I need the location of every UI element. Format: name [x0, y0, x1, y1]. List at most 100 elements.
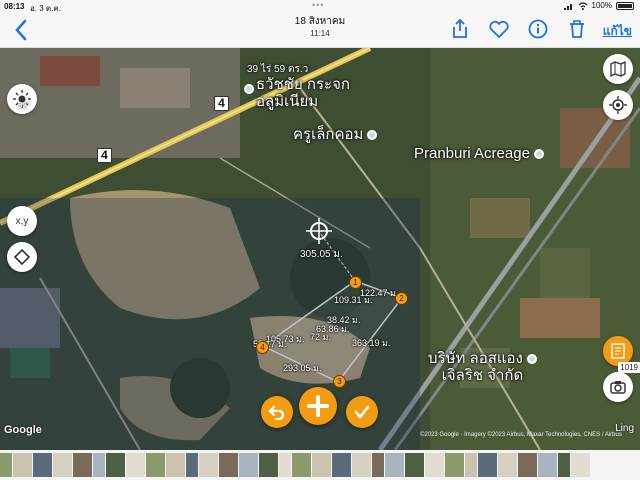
- photo-thumbnail[interactable]: [332, 453, 351, 477]
- place-label[interactable]: ธวัชชัย กระจก อลูมิเนียม: [256, 76, 350, 111]
- photo-thumbnail[interactable]: [199, 453, 218, 477]
- place-name: ธวัชชัย กระจก: [256, 76, 350, 93]
- status-time: 08:13: [4, 2, 25, 11]
- document-icon: [611, 343, 625, 359]
- center-distance: 305.05 ม.: [300, 249, 343, 260]
- segment-length: 293.05 ม.: [283, 363, 322, 373]
- camera-icon: [610, 381, 626, 394]
- photo-thumbnail[interactable]: [292, 453, 311, 477]
- coords-label: x,y: [15, 215, 29, 227]
- map-attribution: ©2023 Google · Imagery ©2023 Airbus, Max…: [420, 432, 622, 438]
- photo-thumbnail[interactable]: [93, 453, 105, 477]
- info-button[interactable]: [526, 17, 550, 41]
- photo-thumbnail[interactable]: [146, 453, 165, 477]
- photo-thumbnail[interactable]: [352, 453, 371, 477]
- photo-thumbnail[interactable]: [518, 453, 537, 477]
- delete-button[interactable]: [565, 17, 589, 41]
- heart-icon: [489, 20, 509, 38]
- share-button[interactable]: [448, 17, 472, 41]
- place-label[interactable]: ครูเล็กคอม: [293, 126, 378, 143]
- photo-thumbnail[interactable]: [106, 453, 125, 477]
- my-location-button[interactable]: [603, 90, 633, 120]
- battery-icon: [616, 1, 634, 10]
- photo-thumbnail[interactable]: [498, 453, 517, 477]
- photo-thumbnail[interactable]: [571, 453, 590, 477]
- photo-thumbnail[interactable]: [279, 453, 291, 477]
- segment-length: 363.19 ม.: [352, 338, 391, 348]
- place-name: ครูเล็กคอม: [293, 126, 364, 143]
- photo-thumbnail[interactable]: [166, 453, 185, 477]
- photo-thumbnail[interactable]: [405, 453, 424, 477]
- compass-value: 32°: [18, 101, 31, 110]
- google-logo: Google: [4, 424, 42, 436]
- photo-thumbnail[interactable]: [445, 453, 464, 477]
- side-badge: 1019: [618, 362, 640, 373]
- status-bar: 08:13 อ. 3 ต.ค. ••• 100%: [0, 0, 640, 13]
- multitask-dots[interactable]: •••: [312, 0, 324, 10]
- checkmark-icon: [354, 405, 370, 419]
- vertex-marker[interactable]: 1: [349, 276, 362, 289]
- place-name: บริษัท ลอสแอง: [428, 350, 523, 367]
- confirm-button[interactable]: [346, 396, 378, 428]
- place-pin-icon: [526, 354, 537, 365]
- photo-thumbnail[interactable]: [538, 453, 557, 477]
- segment-length: 109.31 ม.: [334, 295, 373, 305]
- road-shield: 4: [214, 96, 229, 111]
- undo-button[interactable]: [261, 396, 293, 428]
- photo-thumbnail[interactable]: [126, 453, 145, 477]
- satellite-map[interactable]: 39 ไร่ 59 ตร.ว 4 4 ธวัชชัย กระจก อลูมิเน…: [0, 48, 640, 450]
- signal-icon: [563, 3, 572, 10]
- trash-icon: [570, 20, 584, 38]
- road-shield: 4: [97, 148, 112, 163]
- coordinates-button[interactable]: x,y: [7, 206, 37, 236]
- segment-length: 72 ม.: [310, 332, 331, 342]
- favorite-button[interactable]: [487, 17, 511, 41]
- place-name: เจิลริช จำกัด: [441, 367, 524, 385]
- crosshair-icon[interactable]: [306, 218, 332, 244]
- locate-icon: [609, 96, 627, 114]
- photo-thumbnail[interactable]: [558, 453, 570, 477]
- photo-thumbnail[interactable]: [259, 453, 278, 477]
- photo-thumbnail-strip[interactable]: [0, 450, 640, 480]
- undo-icon: [268, 405, 285, 421]
- place-name: Pranburi Acreage: [414, 145, 530, 162]
- layer-toggle-button[interactable]: [7, 242, 37, 272]
- info-icon: [528, 19, 548, 39]
- top-toolbar: 18 สิงหาคม 11:14 แก้ไข: [0, 12, 640, 48]
- battery-percent: 100%: [591, 1, 612, 10]
- photo-thumbnail[interactable]: [312, 453, 331, 477]
- photo-thumbnail[interactable]: [465, 453, 477, 477]
- edit-link[interactable]: แก้ไข: [603, 22, 632, 41]
- place-label[interactable]: Pranburi Acreage: [414, 145, 544, 162]
- photo-thumbnail[interactable]: [219, 453, 238, 477]
- photo-thumbnail[interactable]: [73, 453, 92, 477]
- photo-thumbnail[interactable]: [385, 453, 404, 477]
- photo-thumbnail[interactable]: [478, 453, 497, 477]
- plus-icon: [307, 395, 329, 417]
- map-type-button[interactable]: [603, 54, 633, 84]
- photo-thumbnail[interactable]: [0, 453, 12, 477]
- vertex-marker[interactable]: 2: [395, 292, 408, 305]
- photo-thumbnail[interactable]: [33, 453, 52, 477]
- diamond-icon: [14, 249, 30, 265]
- photo-thumbnail[interactable]: [372, 453, 384, 477]
- map-icon: [610, 60, 626, 78]
- side-label: Ling: [615, 423, 634, 434]
- photo-thumbnail[interactable]: [53, 453, 72, 477]
- vertex-marker[interactable]: 3: [333, 375, 346, 388]
- place-name: อลูมิเนียม: [256, 93, 319, 111]
- add-point-button[interactable]: [299, 387, 337, 425]
- place-label[interactable]: บริษัท ลอสแอง เจิลริช จำกัด: [428, 350, 537, 385]
- wifi-icon: [578, 1, 587, 10]
- photo-thumbnail[interactable]: [186, 453, 198, 477]
- screenshot-button[interactable]: [603, 372, 633, 402]
- share-icon: [453, 18, 467, 38]
- vertex-marker[interactable]: 4: [256, 341, 269, 354]
- photo-thumbnail[interactable]: [239, 453, 258, 477]
- photo-thumbnail[interactable]: [425, 453, 444, 477]
- photo-thumbnail[interactable]: [13, 453, 32, 477]
- place-pin-icon: [533, 149, 544, 160]
- place-pin-icon: [367, 130, 378, 141]
- area-label: 39 ไร่ 59 ตร.ว: [247, 64, 309, 75]
- place-pin-icon[interactable]: [244, 84, 254, 94]
